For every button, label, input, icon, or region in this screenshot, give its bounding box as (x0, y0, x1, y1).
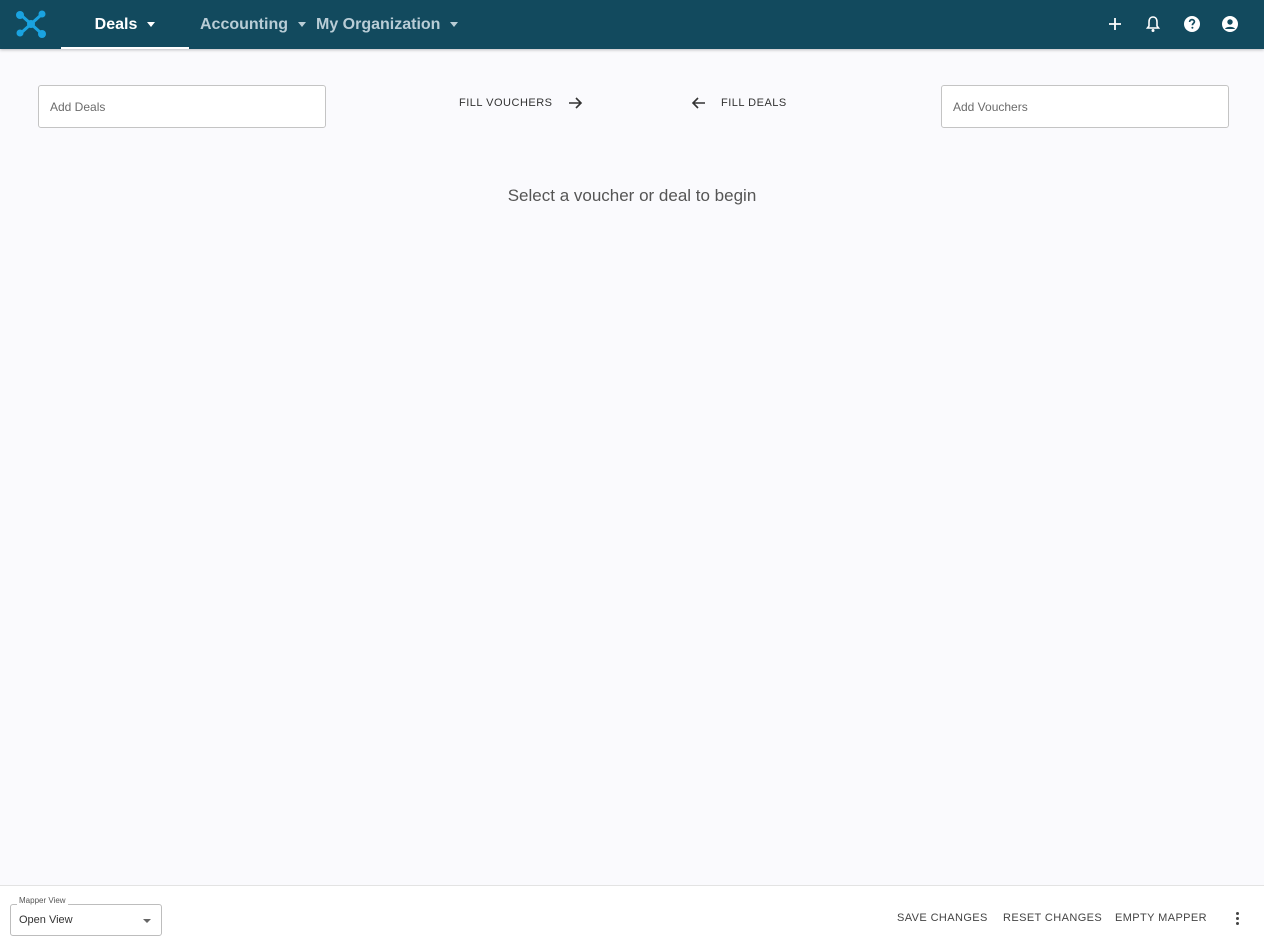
nav-my-organization-label: My Organization (316, 15, 441, 33)
chevron-down-icon (143, 919, 151, 923)
active-tab-indicator (61, 47, 189, 49)
empty-mapper-button[interactable]: EMPTY MAPPER (1115, 912, 1207, 924)
arrow-left-icon (691, 95, 707, 111)
nav-deals-label: Deals (94, 15, 138, 33)
chevron-down-icon (147, 22, 156, 27)
bell-icon[interactable] (1141, 12, 1165, 36)
top-nav-bar: Deals Accounting My Organization (0, 0, 1264, 49)
chevron-down-icon (450, 22, 459, 27)
save-changes-button[interactable]: SAVE CHANGES (897, 912, 988, 924)
add-vouchers-input[interactable] (942, 86, 1228, 127)
mapper-view-value: Open View (19, 914, 73, 926)
mapper-view-label: Mapper View (17, 896, 68, 905)
nav-my-organization[interactable]: My Organization (316, 0, 459, 49)
nav-accounting[interactable]: Accounting (200, 0, 306, 49)
arrow-right-icon (567, 95, 583, 111)
fill-vouchers-label: FILL VOUCHERS (459, 97, 553, 109)
app-logo-icon[interactable] (15, 10, 47, 38)
reset-changes-button[interactable]: RESET CHANGES (1003, 912, 1102, 924)
more-vert-icon[interactable] (1229, 908, 1245, 928)
help-icon[interactable] (1180, 12, 1204, 36)
fill-vouchers-button[interactable]: FILL VOUCHERS (459, 90, 583, 116)
mapper-view-select[interactable]: Mapper View Open View (10, 896, 162, 936)
empty-state-message: Select a voucher or deal to begin (507, 186, 757, 205)
fill-deals-label: FILL DEALS (721, 97, 787, 109)
account-circle-icon[interactable] (1218, 12, 1242, 36)
nav-deals[interactable]: Deals (61, 0, 189, 49)
add-deals-field[interactable] (38, 85, 326, 128)
nav-accounting-label: Accounting (200, 15, 288, 33)
add-deals-input[interactable] (39, 86, 325, 127)
chevron-down-icon (298, 22, 306, 27)
bottom-action-bar: Mapper View Open View SAVE CHANGES RESET… (0, 885, 1264, 946)
fill-deals-button[interactable]: FILL DEALS (691, 90, 787, 116)
plus-icon[interactable] (1103, 12, 1127, 36)
add-vouchers-field[interactable] (941, 85, 1229, 128)
